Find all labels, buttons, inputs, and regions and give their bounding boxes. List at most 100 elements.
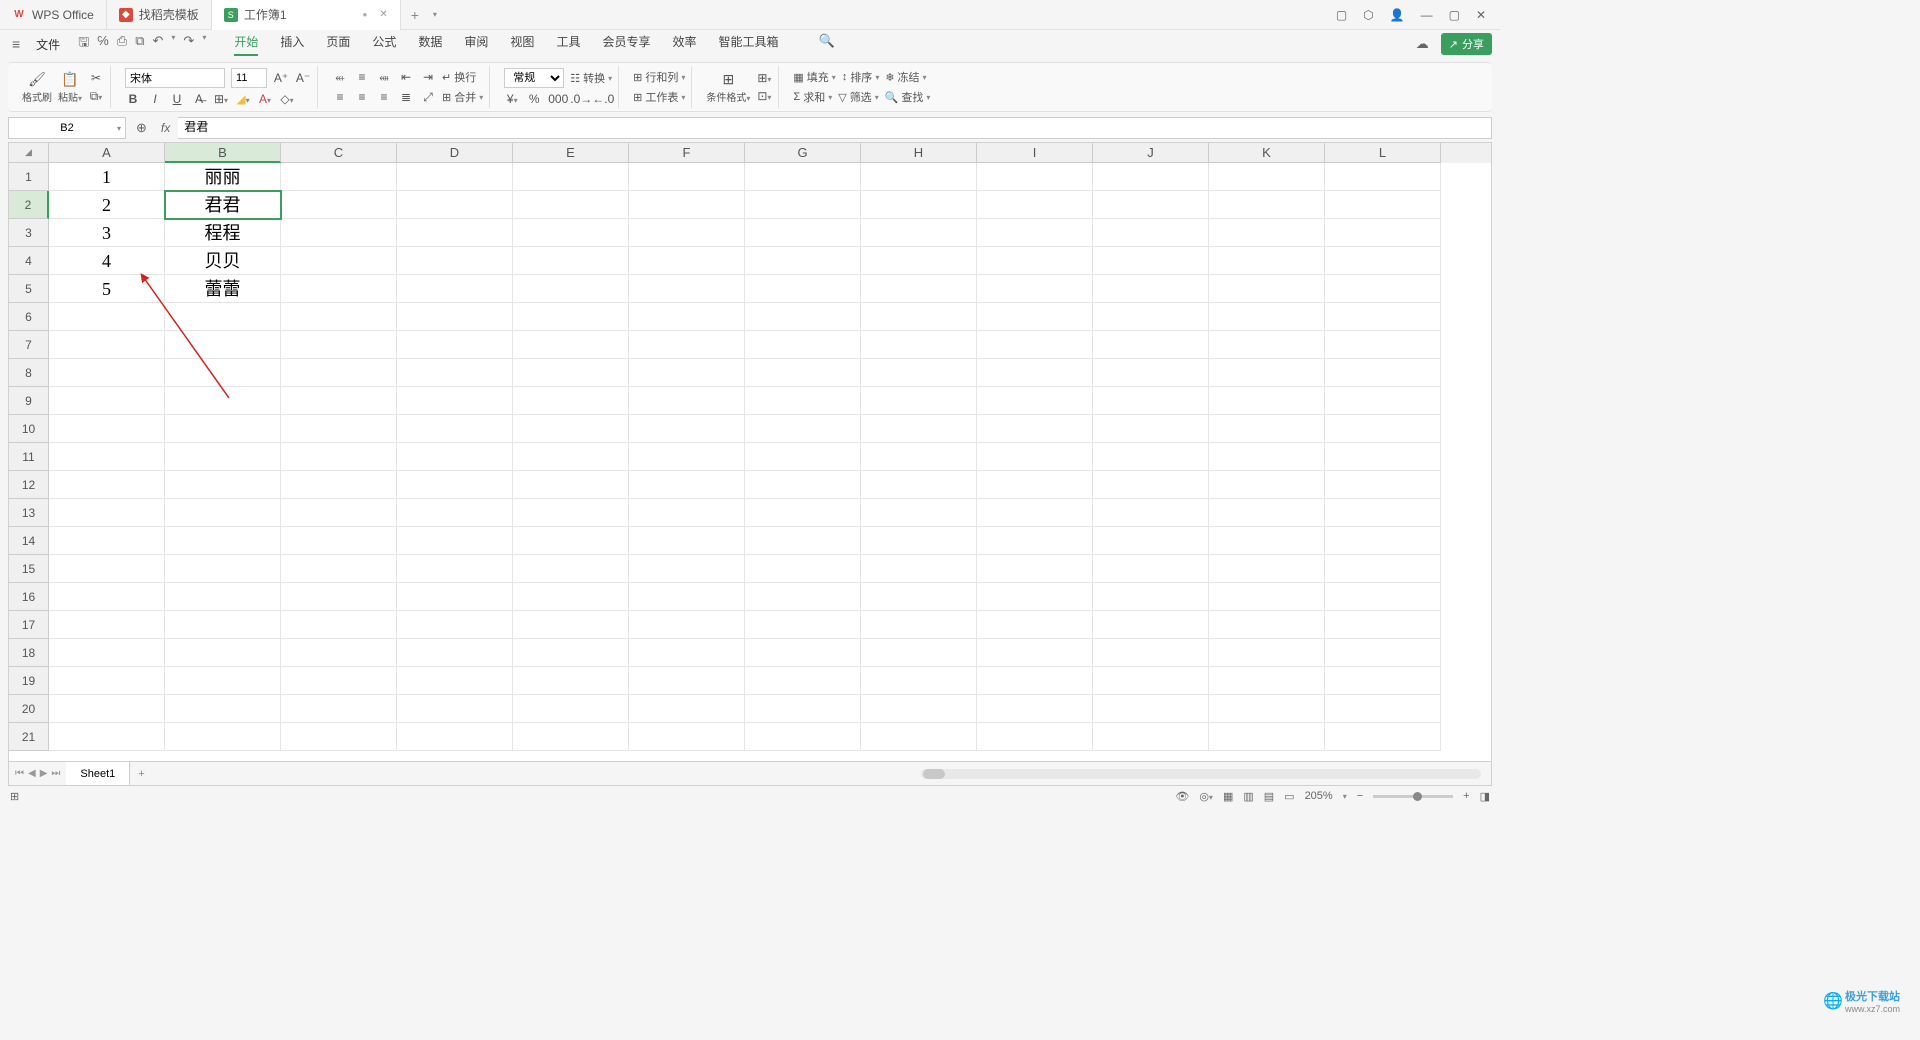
cell[interactable]	[1325, 303, 1441, 331]
cell[interactable]	[1209, 219, 1325, 247]
worksheet-button[interactable]: ⊞工作表▾	[633, 89, 685, 105]
cell[interactable]	[629, 303, 745, 331]
cloud-icon[interactable]: ☁	[1416, 36, 1429, 52]
cell[interactable]	[513, 499, 629, 527]
col-header[interactable]: F	[629, 143, 745, 163]
cell[interactable]	[861, 247, 977, 275]
cell[interactable]	[861, 695, 977, 723]
cell[interactable]	[513, 695, 629, 723]
cell[interactable]	[745, 695, 861, 723]
cell[interactable]	[629, 415, 745, 443]
cell[interactable]	[165, 415, 281, 443]
cell[interactable]	[629, 275, 745, 303]
freeze-button[interactable]: ❄冻结▾	[885, 69, 926, 85]
cell[interactable]: 2	[49, 191, 165, 219]
cell[interactable]	[281, 555, 397, 583]
cell[interactable]	[49, 471, 165, 499]
cell[interactable]	[1093, 163, 1209, 191]
cell[interactable]	[861, 191, 977, 219]
cell[interactable]	[165, 583, 281, 611]
cell[interactable]	[1325, 275, 1441, 303]
save-icon[interactable]: 🖫	[78, 33, 89, 55]
cell[interactable]	[977, 387, 1093, 415]
cell[interactable]	[281, 443, 397, 471]
cell[interactable]	[745, 191, 861, 219]
cell[interactable]	[977, 247, 1093, 275]
cell[interactable]	[1209, 471, 1325, 499]
fill-color-icon[interactable]: ◢▾	[235, 92, 251, 106]
cell[interactable]	[861, 387, 977, 415]
cell[interactable]	[1209, 387, 1325, 415]
cell[interactable]	[861, 359, 977, 387]
cell[interactable]	[1093, 191, 1209, 219]
cell[interactable]	[977, 331, 1093, 359]
cell[interactable]	[745, 163, 861, 191]
cell[interactable]	[1209, 191, 1325, 219]
cell[interactable]	[745, 359, 861, 387]
cell[interactable]	[629, 191, 745, 219]
undo-icon[interactable]: ↶	[152, 33, 163, 55]
cell[interactable]	[281, 723, 397, 751]
cell[interactable]	[861, 415, 977, 443]
cell[interactable]	[49, 667, 165, 695]
cell[interactable]	[745, 611, 861, 639]
cell[interactable]	[629, 359, 745, 387]
cell[interactable]	[861, 583, 977, 611]
cell[interactable]	[49, 555, 165, 583]
cell[interactable]	[397, 667, 513, 695]
cell[interactable]	[165, 443, 281, 471]
row-header[interactable]: 19	[9, 667, 49, 695]
cell[interactable]	[745, 275, 861, 303]
cells-area[interactable]: 1丽丽2君君3程程4贝贝5蕾蕾	[49, 163, 1491, 761]
row-header[interactable]: 2	[9, 191, 49, 219]
cell[interactable]	[49, 611, 165, 639]
eye-icon[interactable]: 👁	[1175, 790, 1189, 803]
cell[interactable]	[745, 471, 861, 499]
cell[interactable]	[629, 443, 745, 471]
cell[interactable]	[1209, 275, 1325, 303]
cell[interactable]	[629, 219, 745, 247]
cell[interactable]	[1325, 415, 1441, 443]
row-header[interactable]: 16	[9, 583, 49, 611]
cell[interactable]	[397, 639, 513, 667]
cell[interactable]	[1209, 639, 1325, 667]
cell[interactable]	[49, 723, 165, 751]
cell[interactable]	[281, 331, 397, 359]
view-normal-icon[interactable]: ▦	[1223, 790, 1233, 803]
cell[interactable]	[861, 499, 977, 527]
col-header[interactable]: G	[745, 143, 861, 163]
view-break-icon[interactable]: ▤	[1264, 790, 1274, 803]
avatar-icon[interactable]: 👤	[1390, 8, 1405, 22]
row-header[interactable]: 6	[9, 303, 49, 331]
cell[interactable]	[1325, 639, 1441, 667]
cell[interactable]	[1093, 499, 1209, 527]
cell[interactable]	[165, 527, 281, 555]
col-header[interactable]: C	[281, 143, 397, 163]
indent-decrease-icon[interactable]: ⇤	[398, 70, 414, 84]
cell[interactable]	[1209, 583, 1325, 611]
cell[interactable]	[513, 163, 629, 191]
cell[interactable]	[397, 331, 513, 359]
cell[interactable]	[1093, 219, 1209, 247]
row-header[interactable]: 21	[9, 723, 49, 751]
cell[interactable]	[165, 387, 281, 415]
cell[interactable]	[49, 583, 165, 611]
cell[interactable]	[1209, 527, 1325, 555]
align-right-icon[interactable]: ≡	[376, 90, 392, 104]
cell[interactable]	[977, 443, 1093, 471]
cell[interactable]	[1325, 247, 1441, 275]
cell[interactable]	[397, 387, 513, 415]
cell[interactable]	[977, 415, 1093, 443]
bold-icon[interactable]: B	[125, 92, 141, 106]
cell[interactable]	[281, 415, 397, 443]
cell[interactable]	[1093, 723, 1209, 751]
underline-icon[interactable]: U	[169, 92, 185, 106]
cell[interactable]	[861, 275, 977, 303]
cell[interactable]	[397, 611, 513, 639]
view-page-icon[interactable]: ▥	[1243, 790, 1253, 803]
rowcol-button[interactable]: ⊞行和列▾	[633, 69, 685, 85]
cell[interactable]	[165, 471, 281, 499]
tab-page[interactable]: 页面	[326, 33, 350, 56]
row-header[interactable]: 17	[9, 611, 49, 639]
cell[interactable]	[977, 723, 1093, 751]
